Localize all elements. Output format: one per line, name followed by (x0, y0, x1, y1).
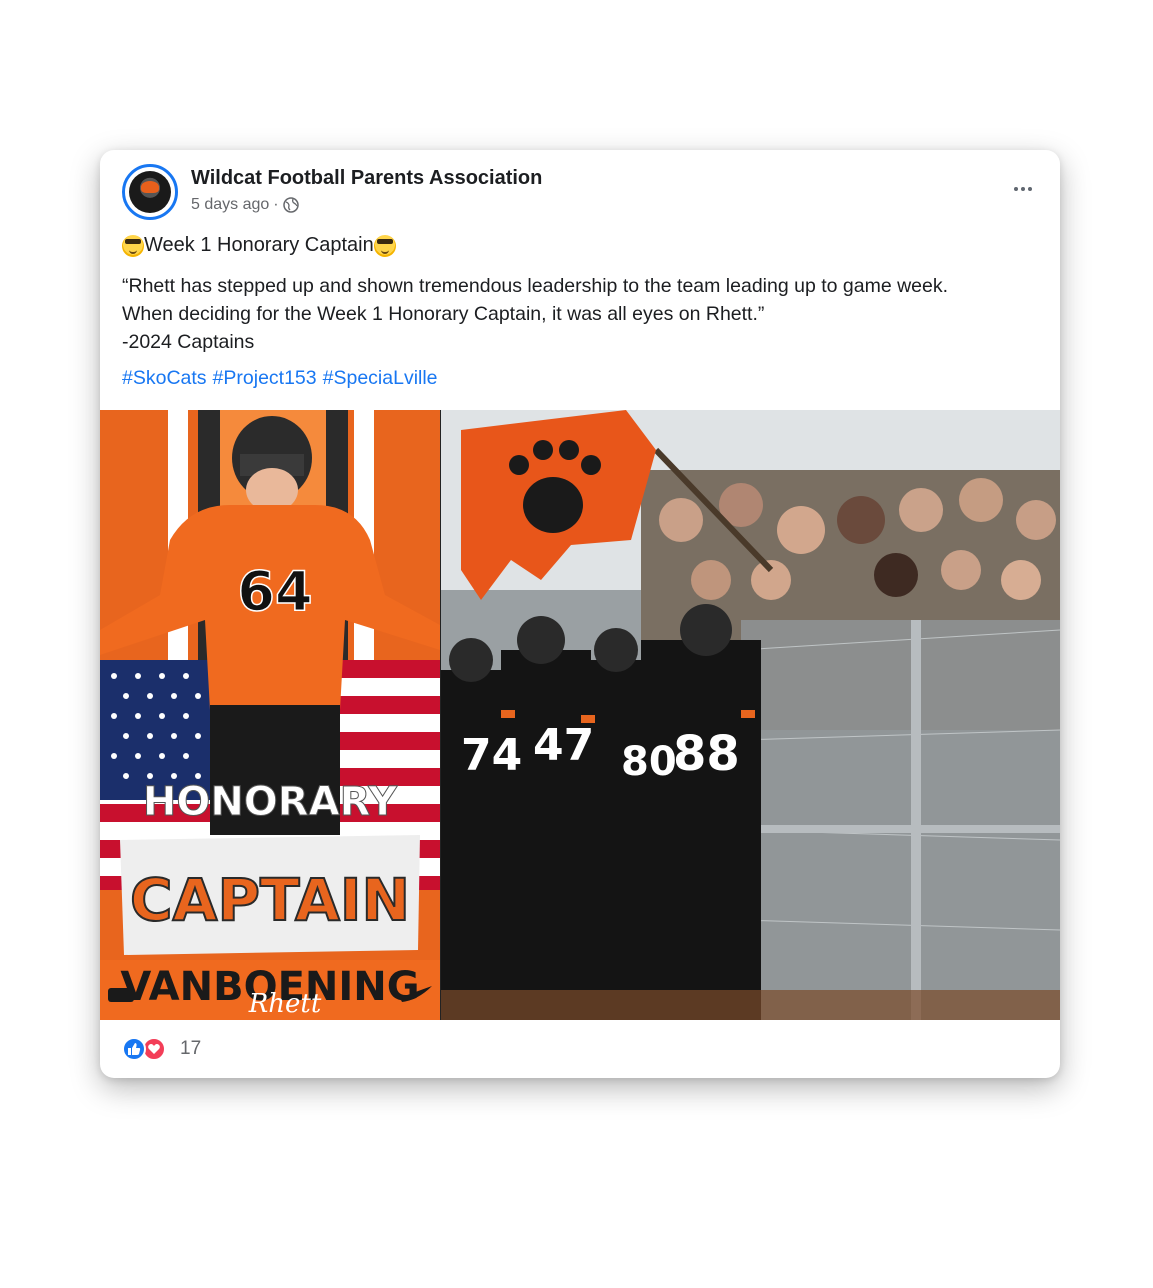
more-options-icon[interactable] (1008, 178, 1038, 200)
post-footer: 17 (122, 1036, 201, 1062)
globe-icon (282, 197, 299, 213)
post-header: Wildcat Football Parents Association 5 d… (100, 150, 1060, 230)
post-meta: 5 days ago · (191, 196, 299, 214)
face-emoji-icon (373, 234, 396, 257)
hashtag-link[interactable]: #Project153 (213, 367, 317, 390)
hashtag-list: #SkoCats #Project153 #SpeciaLville (122, 367, 438, 390)
honorary-captain-graphic: 64 HONORARY CAPTAIN VANBOENING Rhett (100, 410, 440, 1020)
like-reaction-icon (122, 1037, 146, 1061)
team-crowd-photo[interactable]: 74 47 80 88 (441, 410, 1060, 1020)
honorary-text: HONORARY (143, 779, 398, 825)
post-photos: 64 HONORARY CAPTAIN VANBOENING Rhett 74 … (100, 410, 1060, 1020)
post-body: “Rhett has stepped up and shown tremendo… (122, 272, 1042, 356)
face-emoji-icon (122, 234, 144, 257)
post-body-line: “Rhett has stepped up and shown tremendo… (122, 275, 949, 297)
player-number: 88 (673, 726, 740, 782)
team-logo-icon (129, 171, 171, 213)
hashtag-link[interactable]: #SpeciaLville (323, 367, 438, 390)
jersey-number: 64 (237, 560, 312, 623)
player-number: 80 (621, 739, 677, 785)
team-logo-icon (108, 988, 134, 1002)
post-title-line: Week 1 Honorary Captain (122, 234, 396, 257)
player-number: 74 (461, 730, 522, 781)
page-avatar[interactable] (122, 164, 178, 220)
meta-separator: · (273, 196, 279, 213)
hashtag-link[interactable]: #SkoCats (122, 367, 207, 390)
post-body-line: When deciding for the Week 1 Honorary Ca… (122, 303, 765, 325)
reaction-count[interactable]: 17 (180, 1038, 201, 1060)
team-crowd-graphic: 74 47 80 88 (441, 410, 1060, 1020)
captain-text: CAPTAIN (130, 866, 410, 934)
page-name[interactable]: Wildcat Football Parents Association (191, 167, 542, 190)
post-timestamp[interactable]: 5 days ago (191, 196, 269, 214)
post-title: Week 1 Honorary Captain (144, 234, 374, 256)
post-card: Wildcat Football Parents Association 5 d… (100, 150, 1060, 1078)
player-number: 47 (533, 720, 594, 771)
honorary-captain-photo[interactable]: 64 HONORARY CAPTAIN VANBOENING Rhett (100, 410, 440, 1020)
player-first-name: Rhett (248, 989, 322, 1019)
post-body-line: -2024 Captains (122, 331, 255, 353)
reaction-icons[interactable] (122, 1036, 172, 1062)
